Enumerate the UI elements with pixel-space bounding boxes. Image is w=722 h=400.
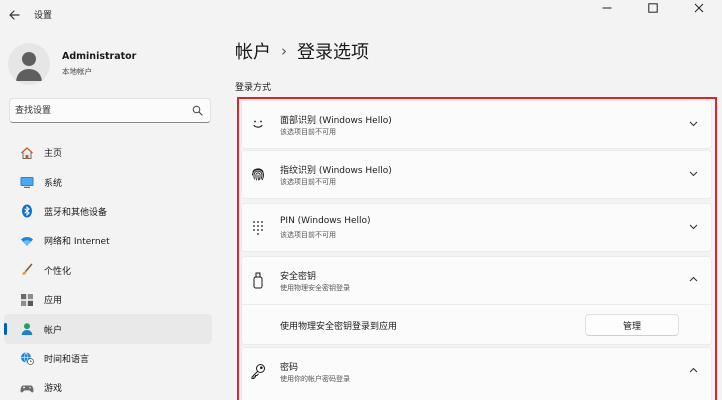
chevron-down-icon[interactable] (688, 221, 699, 232)
search-box[interactable] (9, 98, 211, 123)
close-icon (694, 3, 704, 13)
back-button[interactable] (6, 6, 24, 24)
breadcrumb-parent[interactable]: 帐户 (235, 38, 271, 64)
sidebar: Administrator 本地帐户 主页 系统 蓝牙和其他设备 (0, 30, 222, 400)
sidebar-item-apps[interactable]: 应用 (4, 285, 212, 314)
gamepad-icon (20, 381, 34, 395)
option-pin[interactable]: PIN (Windows Hello) 该选项目前不可用 (241, 203, 712, 252)
brush-icon (20, 263, 34, 277)
search-input[interactable] (15, 103, 185, 118)
account-icon (20, 322, 34, 336)
face-icon (250, 115, 266, 133)
avatar (8, 43, 50, 85)
close-button[interactable] (676, 0, 722, 16)
sidebar-item-network[interactable]: 网络和 Internet (4, 226, 212, 255)
option-fingerprint[interactable]: 指纹识别 (Windows Hello) 该选项目前不可用 (241, 150, 712, 199)
arrow-left-icon (9, 10, 20, 20)
security-key-detail-row: 使用物理安全密钥登录到应用 管理 (242, 304, 711, 344)
breadcrumb: 帐户 › 登录选项 (235, 38, 369, 64)
wifi-icon (20, 234, 34, 248)
bluetooth-icon (20, 204, 34, 218)
home-icon (20, 146, 34, 160)
fingerprint-icon (250, 165, 266, 183)
key-icon (250, 362, 266, 380)
app-title: 设置 (34, 11, 53, 21)
title-bar: 设置 (0, 0, 722, 30)
breadcrumb-separator: › (281, 42, 287, 60)
chevron-down-icon[interactable] (688, 118, 699, 129)
sidebar-item-gaming[interactable]: 游戏 (4, 373, 212, 400)
manage-button[interactable]: 管理 (585, 314, 679, 336)
sidebar-item-bluetooth[interactable]: 蓝牙和其他设备 (4, 197, 212, 226)
user-profile[interactable]: Administrator 本地帐户 (8, 42, 136, 86)
minimize-button[interactable] (584, 0, 630, 16)
sidebar-item-time-language[interactable]: 时间和语言 (4, 344, 212, 373)
minimize-icon (602, 7, 612, 9)
chevron-up-icon[interactable] (688, 365, 699, 376)
sidebar-item-accounts[interactable]: 帐户 (4, 314, 212, 344)
maximize-button[interactable] (630, 0, 676, 16)
search-icon[interactable] (192, 105, 203, 116)
sidebar-item-home[interactable]: 主页 (4, 138, 212, 167)
section-title: 登录方式 (235, 83, 272, 93)
sidebar-nav: 主页 系统 蓝牙和其他设备 网络和 Internet 个性化 应用 帐户 时间和… (0, 138, 222, 400)
option-security-key[interactable]: 安全密钥 使用物理安全密钥登录 使用物理安全密钥登录到应用 管理 (241, 256, 712, 345)
apps-icon (20, 293, 34, 307)
user-silhouette-icon (16, 52, 42, 81)
maximize-icon (648, 3, 658, 13)
window-controls (584, 0, 722, 16)
sidebar-item-personalization[interactable]: 个性化 (4, 256, 212, 285)
account-type: 本地帐户 (62, 67, 92, 76)
security-key-icon (250, 271, 266, 289)
globe-clock-icon (20, 351, 34, 366)
user-name: Administrator (62, 51, 137, 62)
chevron-up-icon[interactable] (688, 274, 699, 285)
page-title: 登录选项 (297, 42, 369, 63)
system-icon (20, 175, 34, 189)
sidebar-item-system[interactable]: 系统 (4, 167, 212, 196)
option-face-recognition[interactable]: 面部识别 (Windows Hello) 该选项目前不可用 (241, 100, 712, 149)
pin-keypad-icon (250, 218, 266, 236)
chevron-down-icon[interactable] (688, 168, 699, 179)
option-password[interactable]: 密码 使用你的帐户密码登录 (241, 347, 712, 400)
